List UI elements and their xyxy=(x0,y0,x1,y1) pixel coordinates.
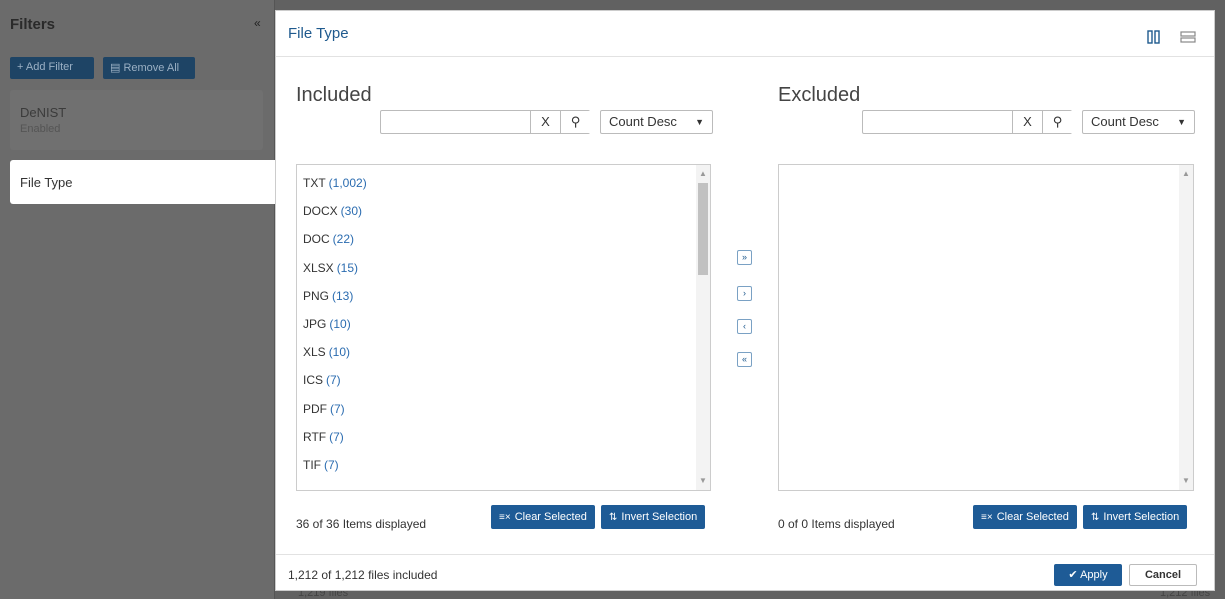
list-item[interactable]: XLS (10) xyxy=(303,345,350,359)
move-right-button[interactable]: › xyxy=(737,286,752,301)
included-title: Included xyxy=(296,84,372,106)
list-item-count: (7) xyxy=(329,429,344,444)
excluded-clear-selected-button[interactable]: ≡× Clear Selected xyxy=(973,505,1077,529)
included-clear-selected-button[interactable]: ≡× Clear Selected xyxy=(491,505,595,529)
caret-down-icon: ▼ xyxy=(1177,117,1186,127)
invert-selection-label: Invert Selection xyxy=(621,511,698,523)
remove-all-label: Remove All xyxy=(123,62,180,74)
list-item[interactable]: TXT (1,002) xyxy=(303,176,367,190)
cancel-button[interactable]: Cancel xyxy=(1129,564,1197,586)
scroll-thumb[interactable] xyxy=(698,183,708,275)
excluded-title: Excluded xyxy=(778,84,861,106)
rows-view-icon[interactable] xyxy=(1180,30,1196,44)
scroll-down-icon[interactable]: ▼ xyxy=(1179,474,1193,488)
sidebar-title: Filters xyxy=(10,16,56,33)
remove-all-button[interactable]: ▤ Remove All xyxy=(103,57,195,79)
files-included-text: 1,212 of 1,212 files included xyxy=(288,568,438,582)
scroll-up-icon[interactable]: ▲ xyxy=(1179,167,1193,181)
list-item[interactable]: DOC (22) xyxy=(303,232,354,246)
list-item-count: (22) xyxy=(332,232,355,247)
included-scrollbar[interactable]: ▲ ▼ xyxy=(696,165,710,490)
list-item-name: XLS xyxy=(303,345,326,360)
scroll-up-icon[interactable]: ▲ xyxy=(696,167,710,181)
list-item[interactable]: JPG (10) xyxy=(303,317,351,331)
excluded-search-clear-button[interactable]: X xyxy=(1012,111,1042,133)
list-item-count: (7) xyxy=(330,401,345,416)
excluded-search-input[interactable]: X ⚲ xyxy=(862,110,1072,134)
excluded-scrollbar[interactable]: ▲ ▼ xyxy=(1179,165,1193,490)
list-item-name: TXT xyxy=(303,176,326,190)
scroll-down-icon[interactable]: ▼ xyxy=(696,474,710,488)
list-item-name: PDF xyxy=(303,401,327,416)
list-item-count: (1,002) xyxy=(328,176,367,190)
filter-card-denist[interactable]: DeNIST Enabled xyxy=(10,90,263,150)
invert-icon: ⇅ xyxy=(609,512,618,523)
included-search-input[interactable]: X ⚲ xyxy=(380,110,590,134)
excluded-list[interactable]: ▲ ▼ xyxy=(778,164,1194,491)
list-item-count: (13) xyxy=(332,288,354,303)
add-filter-button[interactable]: + Add Filter xyxy=(10,57,94,79)
included-sort-select[interactable]: Count Desc ▼ xyxy=(600,110,713,134)
list-item-name: TIF xyxy=(303,458,321,472)
list-item[interactable]: XLSX (15) xyxy=(303,261,358,275)
list-item[interactable]: PNG (13) xyxy=(303,289,353,303)
clear-list-icon: ≡× xyxy=(499,512,511,523)
list-item[interactable]: ICS (7) xyxy=(303,373,341,387)
list-item-name: DOC xyxy=(303,232,330,247)
apply-label: Apply xyxy=(1080,569,1108,581)
excluded-items-displayed: 0 of 0 Items displayed xyxy=(778,517,895,531)
caret-down-icon: ▼ xyxy=(695,117,704,127)
checkmark-icon: ✔ xyxy=(1068,569,1081,581)
filter-card-name: DeNIST xyxy=(20,105,67,120)
file-type-modal: File Type Included X ⚲ Count Desc ▼ TXT(… xyxy=(275,10,1215,591)
filter-item-label: File Type xyxy=(20,175,73,190)
clear-selected-label: Clear Selected xyxy=(996,511,1069,523)
move-left-button[interactable]: ‹ xyxy=(737,319,752,334)
filter-item-file-type[interactable]: File Type xyxy=(10,160,275,204)
excluded-invert-selection-button[interactable]: ⇅ Invert Selection xyxy=(1083,505,1188,529)
list-item-name: DOCX xyxy=(303,204,338,219)
modal-header: File Type xyxy=(276,11,1214,57)
sort-select-label: Count Desc xyxy=(609,114,677,129)
clear-selected-label: Clear Selected xyxy=(514,511,587,523)
included-search-clear-button[interactable]: X xyxy=(530,111,560,133)
list-item-name: RTF xyxy=(303,429,327,444)
invert-selection-label: Invert Selection xyxy=(1103,511,1180,523)
included-invert-selection-button[interactable]: ⇅ Invert Selection xyxy=(601,505,706,529)
list-item-name: XLSX xyxy=(303,260,334,275)
invert-icon: ⇅ xyxy=(1091,512,1100,523)
clear-list-icon: ≡× xyxy=(981,512,993,523)
list-item[interactable]: RTF (7) xyxy=(303,430,344,444)
list-item-count: (7) xyxy=(324,458,339,472)
list-item-count: (10) xyxy=(329,317,351,331)
filters-sidebar: Filters « + Add Filter ▤ Remove All DeNI… xyxy=(0,0,275,599)
list-item[interactable]: TIF (7) xyxy=(303,458,339,472)
modal-title: File Type xyxy=(288,25,349,42)
trash-icon: ▤ xyxy=(110,62,124,74)
list-item-name: ICS xyxy=(303,373,324,388)
list-item[interactable]: PDF (7) xyxy=(303,402,345,416)
list-item-count: (30) xyxy=(340,204,363,219)
modal-footer: 1,212 of 1,212 files included ✔ Apply Ca… xyxy=(276,554,1214,592)
apply-button[interactable]: ✔ Apply xyxy=(1054,564,1122,586)
columns-view-icon[interactable] xyxy=(1146,30,1162,44)
excluded-sort-select[interactable]: Count Desc ▼ xyxy=(1082,110,1195,134)
included-items-displayed: 36 of 36 Items displayed xyxy=(296,517,427,531)
sort-select-label: Count Desc xyxy=(1091,114,1159,129)
list-item[interactable]: DOCX (30) xyxy=(303,204,362,218)
search-icon[interactable]: ⚲ xyxy=(560,111,590,133)
list-item-name: JPG xyxy=(303,317,327,331)
list-item-count: (10) xyxy=(328,345,351,360)
list-item-name: PNG xyxy=(303,288,330,303)
list-item-count: (15) xyxy=(336,260,359,275)
double-chevron-left-icon[interactable]: « xyxy=(254,16,261,30)
move-all-left-button[interactable]: « xyxy=(737,352,752,367)
included-list[interactable]: TXT (1,002) DOCX (30) DOC (22) XLSX (15) PNG (13)… xyxy=(296,164,711,491)
search-icon[interactable]: ⚲ xyxy=(1042,111,1072,133)
move-all-right-button[interactable]: » xyxy=(737,250,752,265)
filter-card-status: Enabled xyxy=(20,123,61,135)
list-item-count: (7) xyxy=(326,373,341,388)
